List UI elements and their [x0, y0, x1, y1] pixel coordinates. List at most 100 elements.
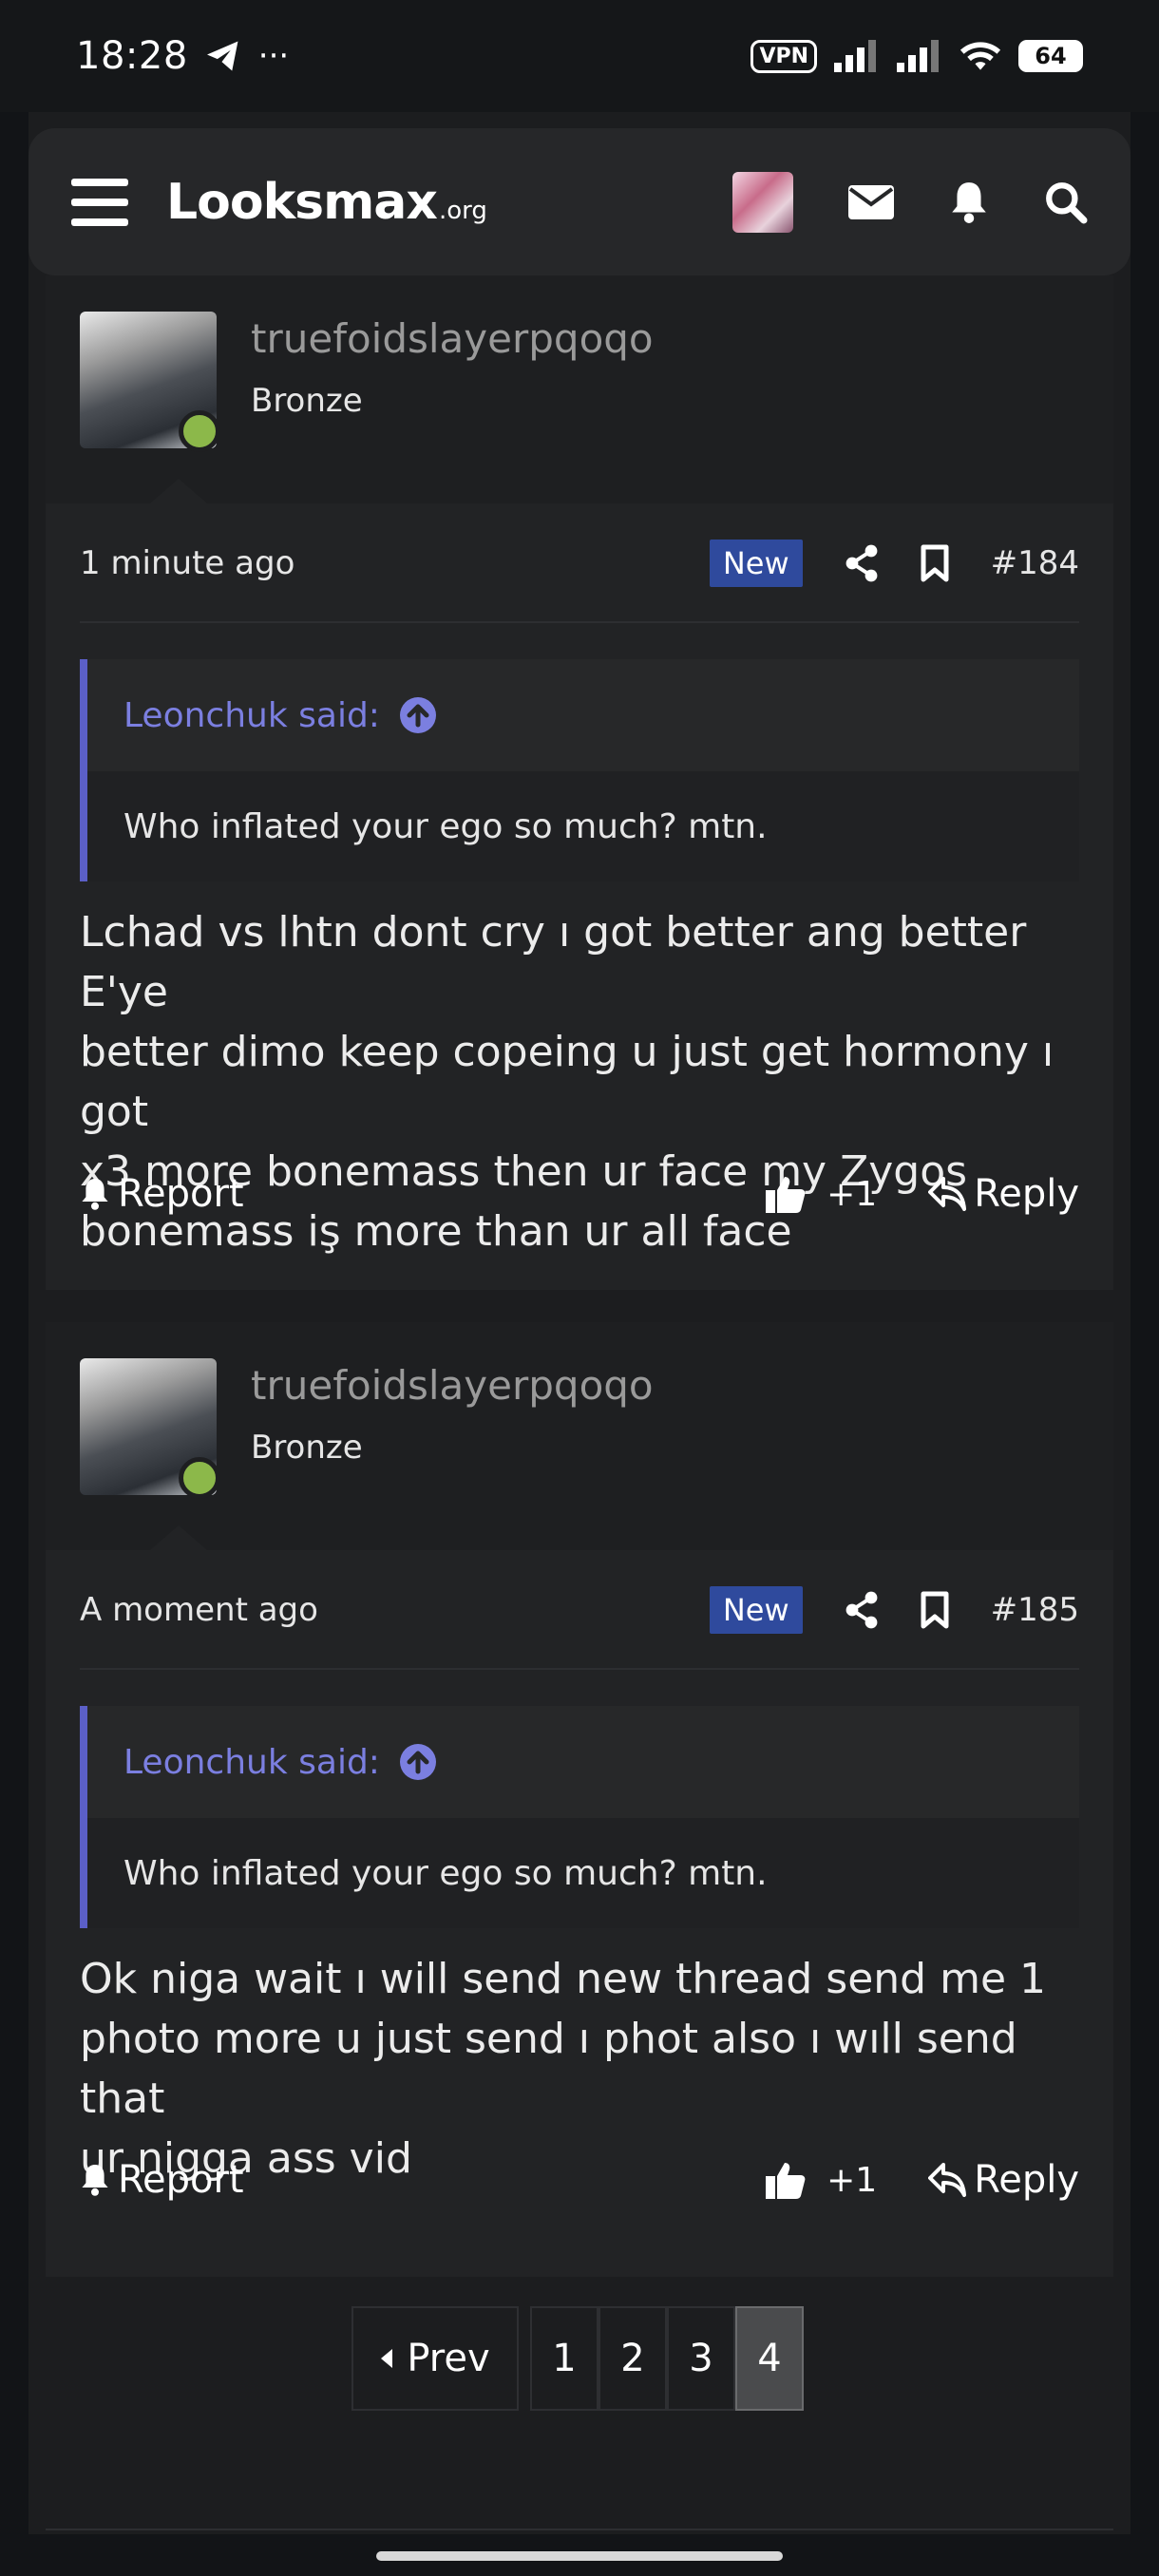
- online-status-dot: [179, 410, 220, 452]
- reply-label: Reply: [974, 1172, 1079, 1216]
- site-logo[interactable]: Looksmax .org: [166, 174, 487, 231]
- logo-suffix: .org: [438, 196, 487, 225]
- envelope-icon[interactable]: [848, 184, 894, 219]
- user-avatar[interactable]: [732, 171, 793, 233]
- post-divider: [80, 1668, 1079, 1670]
- post-user-rank: Bronze: [251, 382, 363, 420]
- post-184: truefoidslayerpqoqo Bronze 1 minute ago …: [46, 275, 1113, 1290]
- caret-left-icon: [380, 2348, 393, 2369]
- reply-arrow-icon: [928, 2163, 967, 2197]
- post-number[interactable]: #185: [991, 1591, 1079, 1629]
- report-button[interactable]: Report: [80, 1172, 244, 1216]
- report-label: Report: [118, 1172, 244, 1216]
- status-right: VPN 64: [750, 39, 1083, 73]
- hamburger-menu-icon[interactable]: [71, 178, 128, 226]
- status-time: 18:28: [76, 34, 188, 78]
- reply-arrow-icon: [928, 1177, 967, 1211]
- quote-text: Who inflated your ego so much? mtn.: [124, 1853, 768, 1893]
- bookmark-icon[interactable]: [921, 544, 949, 582]
- post-divider: [80, 621, 1079, 623]
- page-link-1[interactable]: 1: [530, 2306, 598, 2411]
- quote-header[interactable]: Leonchuk said:: [87, 659, 1079, 771]
- new-badge: New: [709, 540, 803, 587]
- post-actions: Report +1 Reply: [80, 1161, 1079, 1227]
- like-button[interactable]: +1: [766, 2161, 877, 2200]
- post-text-line: Lchad vs lhtn dont cry ı got better ang …: [80, 908, 1027, 1016]
- vpn-badge: VPN: [750, 39, 817, 73]
- quote-body: Who inflated your ego so much? mtn.: [87, 1818, 1079, 1928]
- bell-icon: [80, 1177, 110, 1211]
- search-icon[interactable]: [1044, 180, 1088, 224]
- post-actions: Report +1 Reply: [80, 2147, 1079, 2213]
- page-link-3[interactable]: 3: [667, 2306, 735, 2411]
- share-icon[interactable]: [845, 1591, 879, 1629]
- quote-body: Who inflated your ego so much? mtn.: [87, 771, 1079, 881]
- footer-divider: [46, 2529, 1113, 2530]
- post-number[interactable]: #184: [991, 544, 1079, 582]
- post-user-rank: Bronze: [251, 1429, 363, 1467]
- post-text-line: better dimo keep copeing u just get horm…: [80, 1028, 1054, 1136]
- like-button[interactable]: +1: [766, 1175, 877, 1214]
- home-indicator[interactable]: [376, 2551, 783, 2561]
- signal-icon-2: [897, 40, 942, 72]
- status-bar: 18:28 ··· VPN 64: [0, 0, 1159, 112]
- post-avatar[interactable]: [80, 312, 220, 452]
- quote-author[interactable]: Leonchuk said:: [124, 1743, 380, 1782]
- post-user-block: truefoidslayerpqoqo Bronze: [46, 1322, 1113, 1550]
- post-time[interactable]: A moment ago: [80, 1591, 318, 1629]
- new-badge: New: [709, 1586, 803, 1634]
- header-icons: [732, 171, 1088, 233]
- post-meta: 1 minute ago New #184: [80, 530, 1079, 597]
- pagination: Prev 1 2 3 4: [352, 2306, 804, 2411]
- quote-text: Who inflated your ego so much? mtn.: [124, 806, 768, 846]
- reaction-count: +1: [826, 2160, 878, 2200]
- post-time[interactable]: 1 minute ago: [80, 544, 294, 582]
- post-meta-actions: New #185: [709, 1586, 1079, 1634]
- arrow-up-circle-icon[interactable]: [399, 696, 437, 734]
- report-button[interactable]: Report: [80, 2158, 244, 2202]
- wifi-icon: [960, 40, 1001, 72]
- quote-block: Leonchuk said: Who inflated your ego so …: [80, 1706, 1079, 1928]
- bell-icon[interactable]: [949, 180, 989, 224]
- reply-label: Reply: [974, 2158, 1079, 2202]
- reply-button[interactable]: Reply: [928, 2158, 1079, 2202]
- post-text-line: photo more u just send ı phot also ı wıl…: [80, 2015, 1017, 2123]
- bell-icon: [80, 2163, 110, 2197]
- post-pointer: [150, 479, 207, 503]
- quote-block: Leonchuk said: Who inflated your ego so …: [80, 659, 1079, 881]
- post-avatar[interactable]: [80, 1358, 220, 1499]
- post-user-block: truefoidslayerpqoqo Bronze: [46, 275, 1113, 503]
- post-meta: A moment ago New #185: [80, 1577, 1079, 1643]
- post-actions-right: +1 Reply: [766, 1172, 1079, 1216]
- thumbs-up-icon: [766, 2161, 806, 2199]
- arrow-up-circle-icon[interactable]: [399, 1743, 437, 1781]
- online-status-dot: [179, 1457, 220, 1499]
- quote-header[interactable]: Leonchuk said:: [87, 1706, 1079, 1818]
- quote-author[interactable]: Leonchuk said:: [124, 696, 380, 735]
- post-185: truefoidslayerpqoqo Bronze A moment ago …: [46, 1322, 1113, 2277]
- post-username[interactable]: truefoidslayerpqoqo: [251, 315, 654, 362]
- telegram-icon: [205, 40, 241, 72]
- signal-icon: [834, 40, 880, 72]
- reaction-count: +1: [826, 1174, 878, 1214]
- bookmark-icon[interactable]: [921, 1591, 949, 1629]
- thumbs-up-icon: [766, 1175, 806, 1213]
- logo-text: Looksmax: [166, 173, 438, 231]
- reply-button[interactable]: Reply: [928, 1172, 1079, 1216]
- page-link-4-current[interactable]: 4: [735, 2306, 804, 2411]
- page-link-2[interactable]: 2: [598, 2306, 667, 2411]
- post-meta-actions: New #184: [709, 540, 1079, 587]
- site-header: Looksmax .org: [28, 128, 1130, 275]
- page-numbers: 1 2 3 4: [530, 2306, 804, 2411]
- battery-indicator: 64: [1018, 40, 1083, 72]
- share-icon[interactable]: [845, 544, 879, 582]
- more-notifications-icon: ···: [257, 37, 290, 75]
- post-text-line: Ok niga wait ı will send new thread send…: [80, 1955, 1047, 2003]
- post-username[interactable]: truefoidslayerpqoqo: [251, 1362, 654, 1409]
- post-pointer: [150, 1525, 207, 1550]
- status-left: 18:28 ···: [76, 34, 289, 78]
- report-label: Report: [118, 2158, 244, 2202]
- prev-page-button[interactable]: Prev: [352, 2306, 519, 2411]
- post-actions-right: +1 Reply: [766, 2158, 1079, 2202]
- prev-label: Prev: [407, 2337, 490, 2380]
